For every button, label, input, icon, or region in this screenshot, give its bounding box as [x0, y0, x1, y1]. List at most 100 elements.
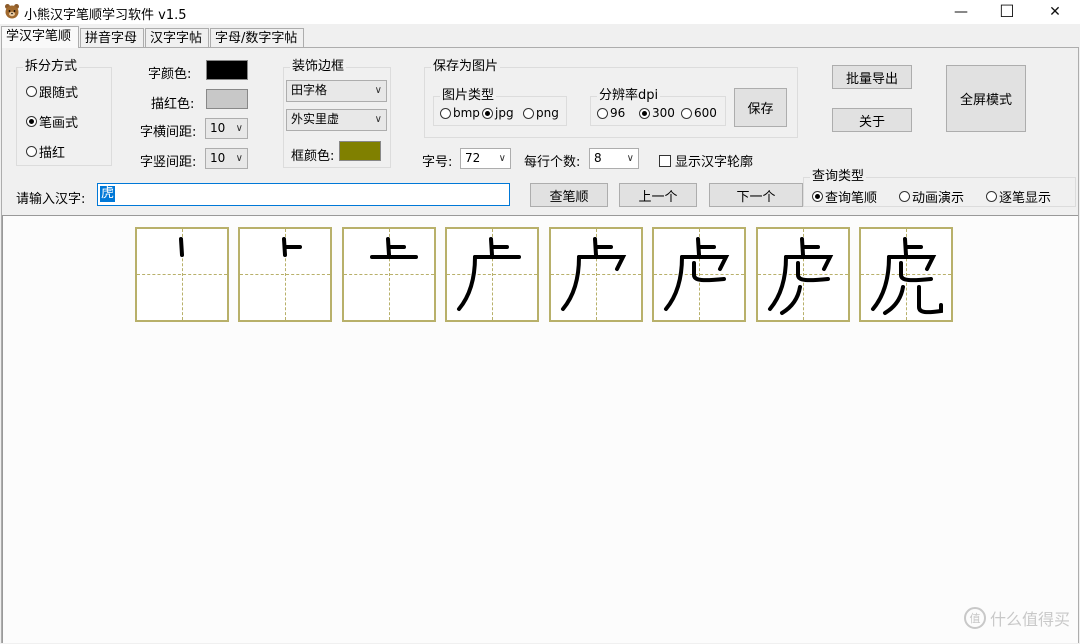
fullscreen-button[interactable]: 全屏模式	[946, 65, 1026, 132]
per-row-label: 每行个数:	[524, 155, 581, 170]
radio-dot	[899, 191, 910, 202]
chevron-down-icon: ∨	[374, 114, 382, 125]
lookup-button[interactable]: 查笔顺	[530, 183, 608, 207]
chevron-down-icon: ∨	[626, 153, 634, 164]
radio-dpi-300-label: 300	[652, 106, 675, 120]
tab-hanzi-copybook[interactable]: 汉字字帖	[145, 28, 209, 47]
radio-step-by-step[interactable]: 逐笔显示	[986, 187, 1051, 206]
stroke-cell-7	[756, 227, 850, 322]
watermark: 值 什么值得买	[963, 606, 1070, 630]
radio-jpg[interactable]: jpg	[482, 106, 514, 120]
stroke-glyph-8	[871, 237, 943, 315]
radio-dot	[26, 86, 37, 97]
radio-bmp-label: bmp	[453, 106, 480, 120]
window-title: 小熊汉字笔顺学习软件 v1.5	[24, 8, 187, 23]
radio-dpi-600[interactable]: 600	[681, 106, 717, 120]
checkbox-box	[659, 154, 671, 167]
font-size-select[interactable]: 72 ∨	[460, 148, 511, 169]
radio-dot	[681, 107, 692, 119]
v-spacing-value: 10	[210, 151, 226, 165]
grid-type-select[interactable]: 田字格 ∨	[286, 80, 387, 102]
per-row-select[interactable]: 8 ∨	[589, 148, 639, 169]
radio-jpg-label: jpg	[495, 106, 514, 120]
minimize-button[interactable]: —	[938, 0, 984, 24]
stroke-glyph-7	[768, 237, 834, 315]
radio-bmp[interactable]: bmp	[440, 106, 480, 120]
split-mode-title: 拆分方式	[23, 59, 80, 75]
radio-dot-selected	[26, 116, 37, 127]
radio-dot	[597, 107, 608, 119]
tab-strip: 学汉字笔顺 拼音字母 汉字字帖 字母/数字字帖	[0, 26, 1080, 48]
char-input-value: 虎	[100, 186, 116, 202]
tab-letter-digit-copybook[interactable]: 字母/数字字帖	[210, 28, 304, 47]
radio-dot-selected	[482, 107, 493, 119]
radio-dpi-300[interactable]: 300	[639, 106, 675, 120]
about-button[interactable]: 关于	[832, 108, 912, 132]
radio-png[interactable]: png	[523, 106, 559, 120]
stroke-cell-4	[445, 227, 539, 322]
batch-export-button[interactable]: 批量导出	[832, 65, 912, 89]
stroke-glyph-6	[664, 237, 730, 311]
radio-animation[interactable]: 动画演示	[899, 187, 964, 206]
trace-color-swatch[interactable]	[206, 89, 248, 109]
radio-dot	[440, 107, 451, 119]
query-type-title: 查询类型	[810, 169, 867, 185]
maximize-button[interactable]: ☐	[984, 0, 1030, 24]
maximize-icon: ☐	[999, 2, 1015, 22]
stroke-cell-5	[549, 227, 643, 322]
radio-trace[interactable]: 描红	[26, 142, 65, 161]
line-style-value: 外实里虚	[291, 112, 340, 126]
radio-dot-selected	[812, 191, 823, 202]
chevron-down-icon: ∨	[374, 85, 382, 96]
save-image-title: 保存为图片	[431, 59, 501, 75]
radio-png-label: png	[536, 106, 559, 120]
close-icon: ✕	[1049, 4, 1061, 20]
frame-color-label: 框颜色:	[291, 149, 335, 164]
stroke-cell-2	[238, 227, 332, 322]
v-spacing-label: 字竖间距:	[140, 155, 197, 170]
dpi-title: 分辨率dpi	[597, 88, 661, 104]
v-spacing-select[interactable]: 10 ∨	[205, 148, 248, 169]
stroke-glyph-1	[179, 237, 184, 257]
radio-dot	[986, 191, 997, 202]
save-button[interactable]: 保存	[734, 88, 787, 127]
line-style-select[interactable]: 外实里虚 ∨	[286, 109, 387, 131]
stroke-cell-6	[652, 227, 746, 322]
image-type-title: 图片类型	[440, 88, 497, 104]
stroke-cell-1	[135, 227, 229, 322]
radio-trace-label: 描红	[39, 146, 66, 161]
stroke-cell-8	[859, 227, 953, 322]
radio-follow-label: 跟随式	[39, 86, 79, 101]
radio-dpi-600-label: 600	[694, 106, 717, 120]
show-outline-label: 显示汉字轮廓	[675, 155, 754, 170]
per-row-value: 8	[594, 151, 602, 165]
radio-stroke-label: 笔画式	[39, 116, 79, 131]
stroke-glyph-2	[282, 237, 302, 257]
radio-dpi-96[interactable]: 96	[597, 106, 625, 120]
h-spacing-value: 10	[210, 121, 226, 135]
radio-stroke[interactable]: 笔画式	[26, 112, 78, 131]
show-outline-checkbox[interactable]: 显示汉字轮廓	[659, 151, 753, 170]
h-spacing-label: 字横间距:	[140, 125, 197, 140]
tab-pinyin[interactable]: 拼音字母	[80, 28, 144, 47]
radio-dot	[523, 107, 534, 119]
stroke-glyph-4	[457, 237, 521, 311]
radio-query-stroke[interactable]: 查询笔顺	[812, 187, 877, 206]
radio-follow[interactable]: 跟随式	[26, 82, 78, 101]
tab-stroke-order[interactable]: 学汉字笔顺	[1, 26, 79, 48]
chevron-down-icon: ∨	[235, 123, 243, 134]
radio-animation-label: 动画演示	[912, 191, 965, 206]
minimize-icon: —	[954, 4, 968, 20]
frame-color-swatch[interactable]	[339, 141, 381, 161]
prev-button[interactable]: 上一个	[619, 183, 697, 207]
radio-dot-selected	[639, 107, 650, 119]
char-input[interactable]: 虎	[97, 183, 510, 206]
close-button[interactable]: ✕	[1032, 0, 1078, 24]
next-button[interactable]: 下一个	[709, 183, 803, 207]
grid-type-value: 田字格	[291, 83, 328, 97]
char-color-swatch[interactable]	[206, 60, 248, 80]
stroke-glyph-3	[370, 237, 418, 259]
stroke-glyph-5	[561, 237, 627, 311]
h-spacing-select[interactable]: 10 ∨	[205, 118, 248, 139]
char-color-label: 字颜色:	[148, 67, 192, 82]
